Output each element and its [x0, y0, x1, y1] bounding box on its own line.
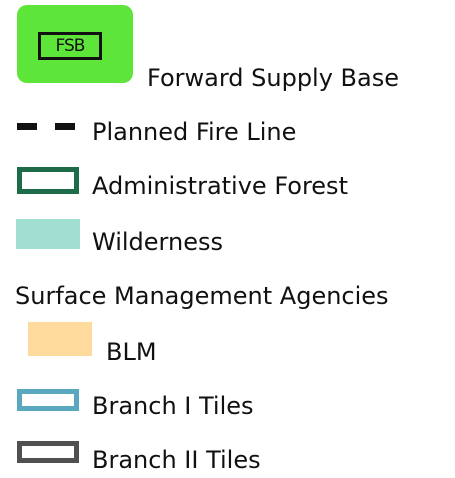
branch-i-tiles-swatch: [17, 389, 79, 411]
dashed-line-icon: [17, 118, 77, 134]
branch-ii-tiles-label: Branch II Tiles: [92, 446, 261, 474]
branch-ii-tiles-swatch: [17, 441, 79, 463]
wilderness-swatch: [16, 219, 80, 249]
blm-swatch: [28, 322, 92, 356]
administrative-forest-swatch: [17, 167, 79, 194]
wilderness-label: Wilderness: [92, 228, 223, 256]
dash-segment: [55, 123, 75, 130]
blm-label: BLM: [106, 338, 157, 366]
administrative-forest-label: Administrative Forest: [92, 172, 348, 200]
fsb-symbol-text: FSB: [38, 32, 102, 60]
fsb-icon: FSB: [17, 5, 133, 83]
surface-management-agencies-heading: Surface Management Agencies: [15, 282, 389, 310]
dash-segment: [17, 123, 37, 130]
branch-i-tiles-label: Branch I Tiles: [92, 392, 254, 420]
forward-supply-base-label: Forward Supply Base: [147, 64, 399, 92]
map-legend: FSB Forward Supply Base Planned Fire Lin…: [0, 0, 455, 478]
planned-fire-line-label: Planned Fire Line: [92, 118, 297, 146]
